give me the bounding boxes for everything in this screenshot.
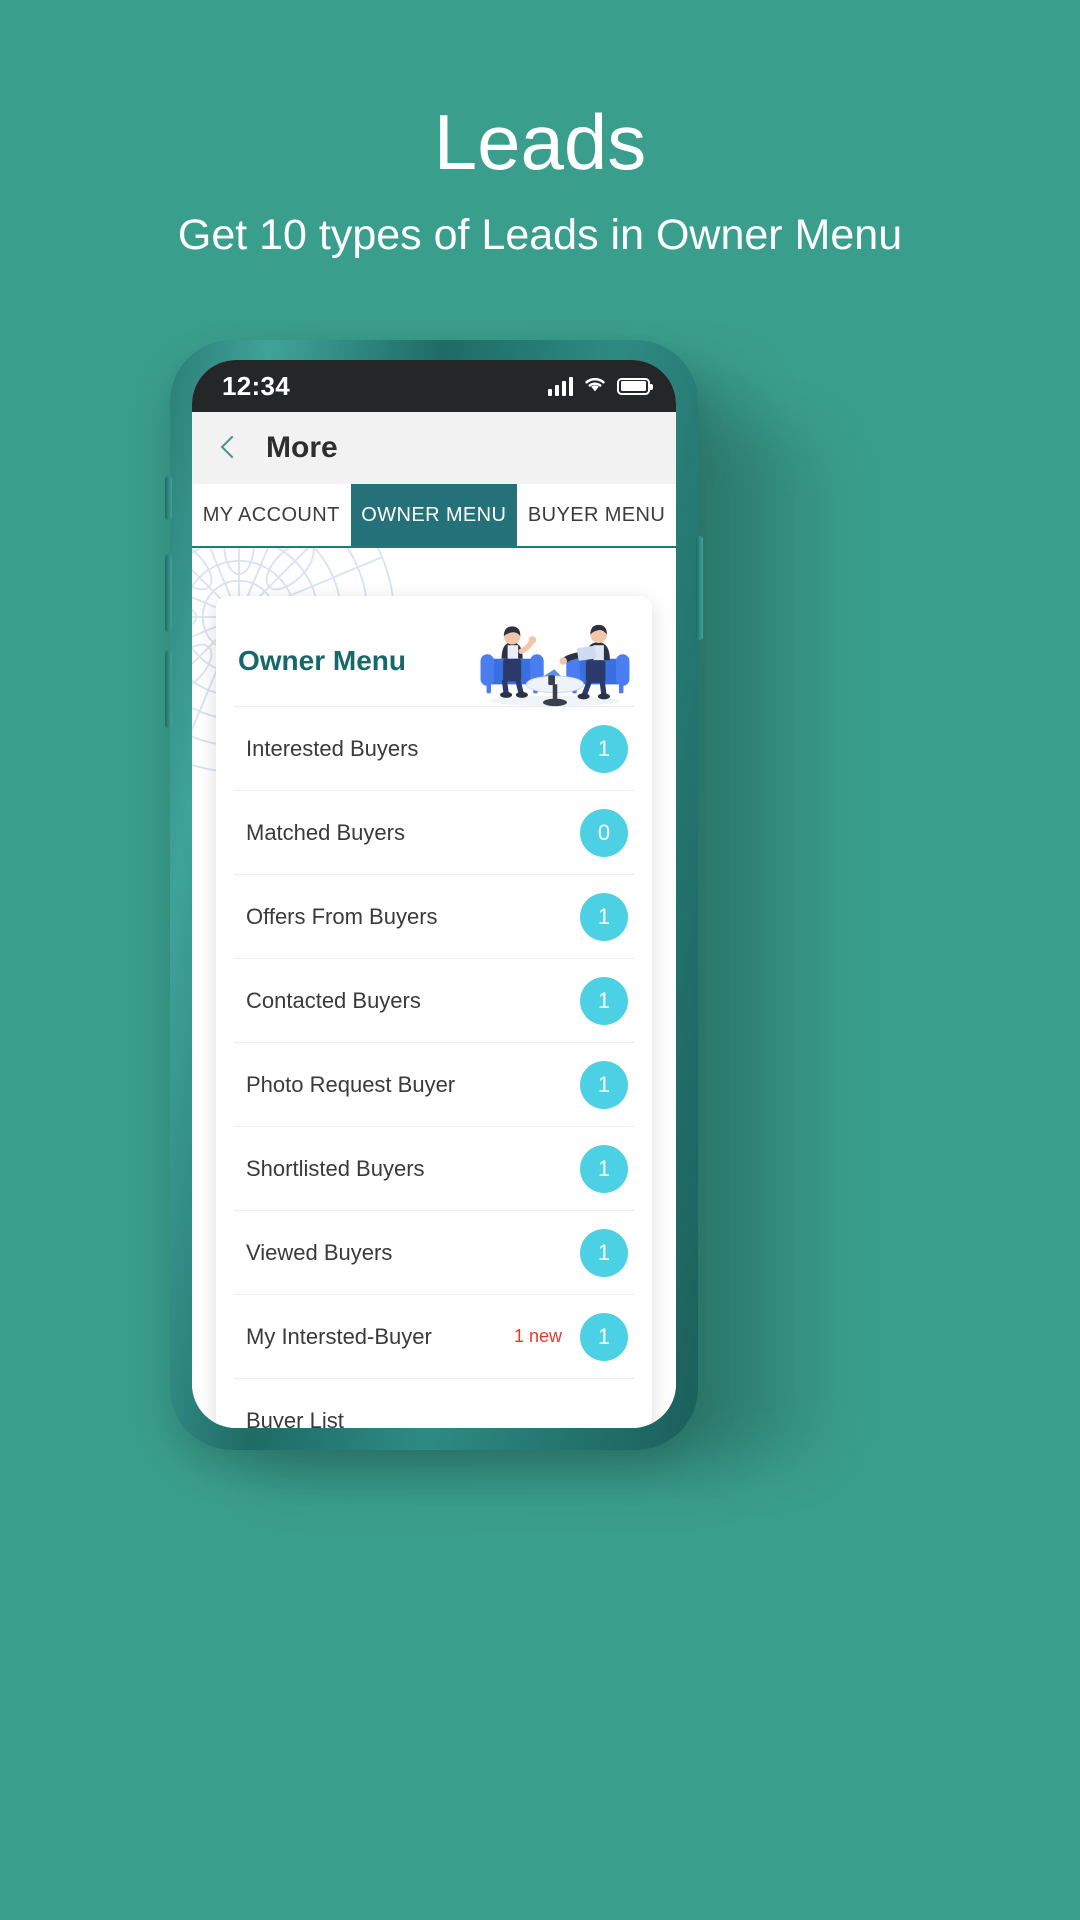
tab-owner-menu-label: OWNER MENU bbox=[361, 503, 507, 526]
tab-content: Owner Menu Interested Buyers 1 Matched B… bbox=[192, 548, 676, 1428]
tab-buyer-menu-label: BUYER MENU bbox=[527, 503, 666, 526]
list-item[interactable]: My Intersted-Buyer 1 new 1 bbox=[234, 1294, 634, 1378]
status-badge: 1 bbox=[580, 1312, 628, 1361]
card-header: Owner Menu bbox=[216, 596, 652, 707]
list-item[interactable]: Photo Request Buyer 1 bbox=[234, 1042, 634, 1126]
phone-screen-bezel: 12:34 More MY ACCOUNT OWNER MENU BUYER M… bbox=[192, 360, 676, 1428]
phone-mockup: 12:34 More MY ACCOUNT OWNER MENU BUYER M… bbox=[165, 340, 703, 1450]
two-people-meeting-illustration bbox=[480, 624, 630, 707]
signal-icon bbox=[547, 376, 573, 396]
list-item[interactable]: Interested Buyers 1 bbox=[234, 706, 634, 790]
status-badge: 1 bbox=[580, 1228, 628, 1277]
list-item[interactable]: Buyer List bbox=[234, 1378, 634, 1428]
status-bar-icons bbox=[547, 374, 653, 399]
page-title: More bbox=[266, 431, 338, 464]
list-item-label: Viewed Buyers bbox=[246, 1239, 393, 1265]
list-item-label: Shortlisted Buyers bbox=[246, 1155, 425, 1181]
status-badge: 1 bbox=[580, 1144, 628, 1193]
app-bar: More bbox=[192, 412, 676, 484]
battery-icon bbox=[617, 377, 653, 395]
new-items-label: 1 new bbox=[513, 1326, 562, 1346]
list-item-label: My Intersted-Buyer bbox=[246, 1323, 432, 1349]
status-badge: 1 bbox=[580, 1060, 628, 1109]
status-badge: 0 bbox=[580, 808, 628, 857]
list-item[interactable]: Shortlisted Buyers 1 bbox=[234, 1126, 634, 1210]
status-badge: 1 bbox=[580, 724, 628, 773]
tab-bar: MY ACCOUNT OWNER MENU BUYER MENU bbox=[192, 484, 676, 548]
phone-power-button bbox=[696, 536, 703, 640]
chevron-left-icon[interactable] bbox=[214, 433, 244, 463]
list-item-label: Contacted Buyers bbox=[246, 987, 421, 1013]
wifi-icon bbox=[582, 374, 608, 399]
app-screen: 12:34 More MY ACCOUNT OWNER MENU BUYER M… bbox=[192, 360, 676, 1428]
phone-shadow-secondary bbox=[690, 430, 820, 1460]
tab-my-account-label: MY ACCOUNT bbox=[202, 503, 340, 526]
promo-subtitle: Get 10 types of Leads in Owner Menu bbox=[177, 211, 903, 259]
status-bar-time: 12:34 bbox=[222, 370, 290, 401]
list-item[interactable]: Contacted Buyers 1 bbox=[234, 958, 634, 1042]
tab-owner-menu[interactable]: OWNER MENU bbox=[350, 484, 518, 546]
list-item[interactable]: Matched Buyers 0 bbox=[234, 790, 634, 874]
list-item-label: Interested Buyers bbox=[246, 735, 419, 761]
status-badge: 1 bbox=[580, 976, 628, 1025]
list-item[interactable]: Offers From Buyers 1 bbox=[234, 874, 634, 958]
list-item-label: Offers From Buyers bbox=[246, 903, 438, 929]
tab-my-account[interactable]: MY ACCOUNT bbox=[192, 484, 351, 546]
phone-volume-down-button bbox=[165, 650, 172, 728]
phone-mute-switch bbox=[165, 476, 172, 520]
promo-header: Leads Get 10 types of Leads in Owner Men… bbox=[0, 0, 1080, 260]
status-badge: 1 bbox=[580, 892, 628, 941]
list-item-label: Photo Request Buyer bbox=[246, 1071, 456, 1097]
card-title: Owner Menu bbox=[238, 645, 407, 676]
promo-title: Leads bbox=[433, 98, 647, 186]
owner-menu-card: Owner Menu Interested Buyers 1 Matched B… bbox=[216, 596, 652, 1428]
list-item-label: Buyer List bbox=[246, 1407, 344, 1429]
list-item-label: Matched Buyers bbox=[246, 819, 405, 845]
tab-buyer-menu[interactable]: BUYER MENU bbox=[517, 484, 676, 546]
status-bar: 12:34 bbox=[192, 360, 676, 412]
phone-volume-up-button bbox=[165, 554, 172, 632]
list-item[interactable]: Viewed Buyers 1 bbox=[234, 1210, 634, 1294]
